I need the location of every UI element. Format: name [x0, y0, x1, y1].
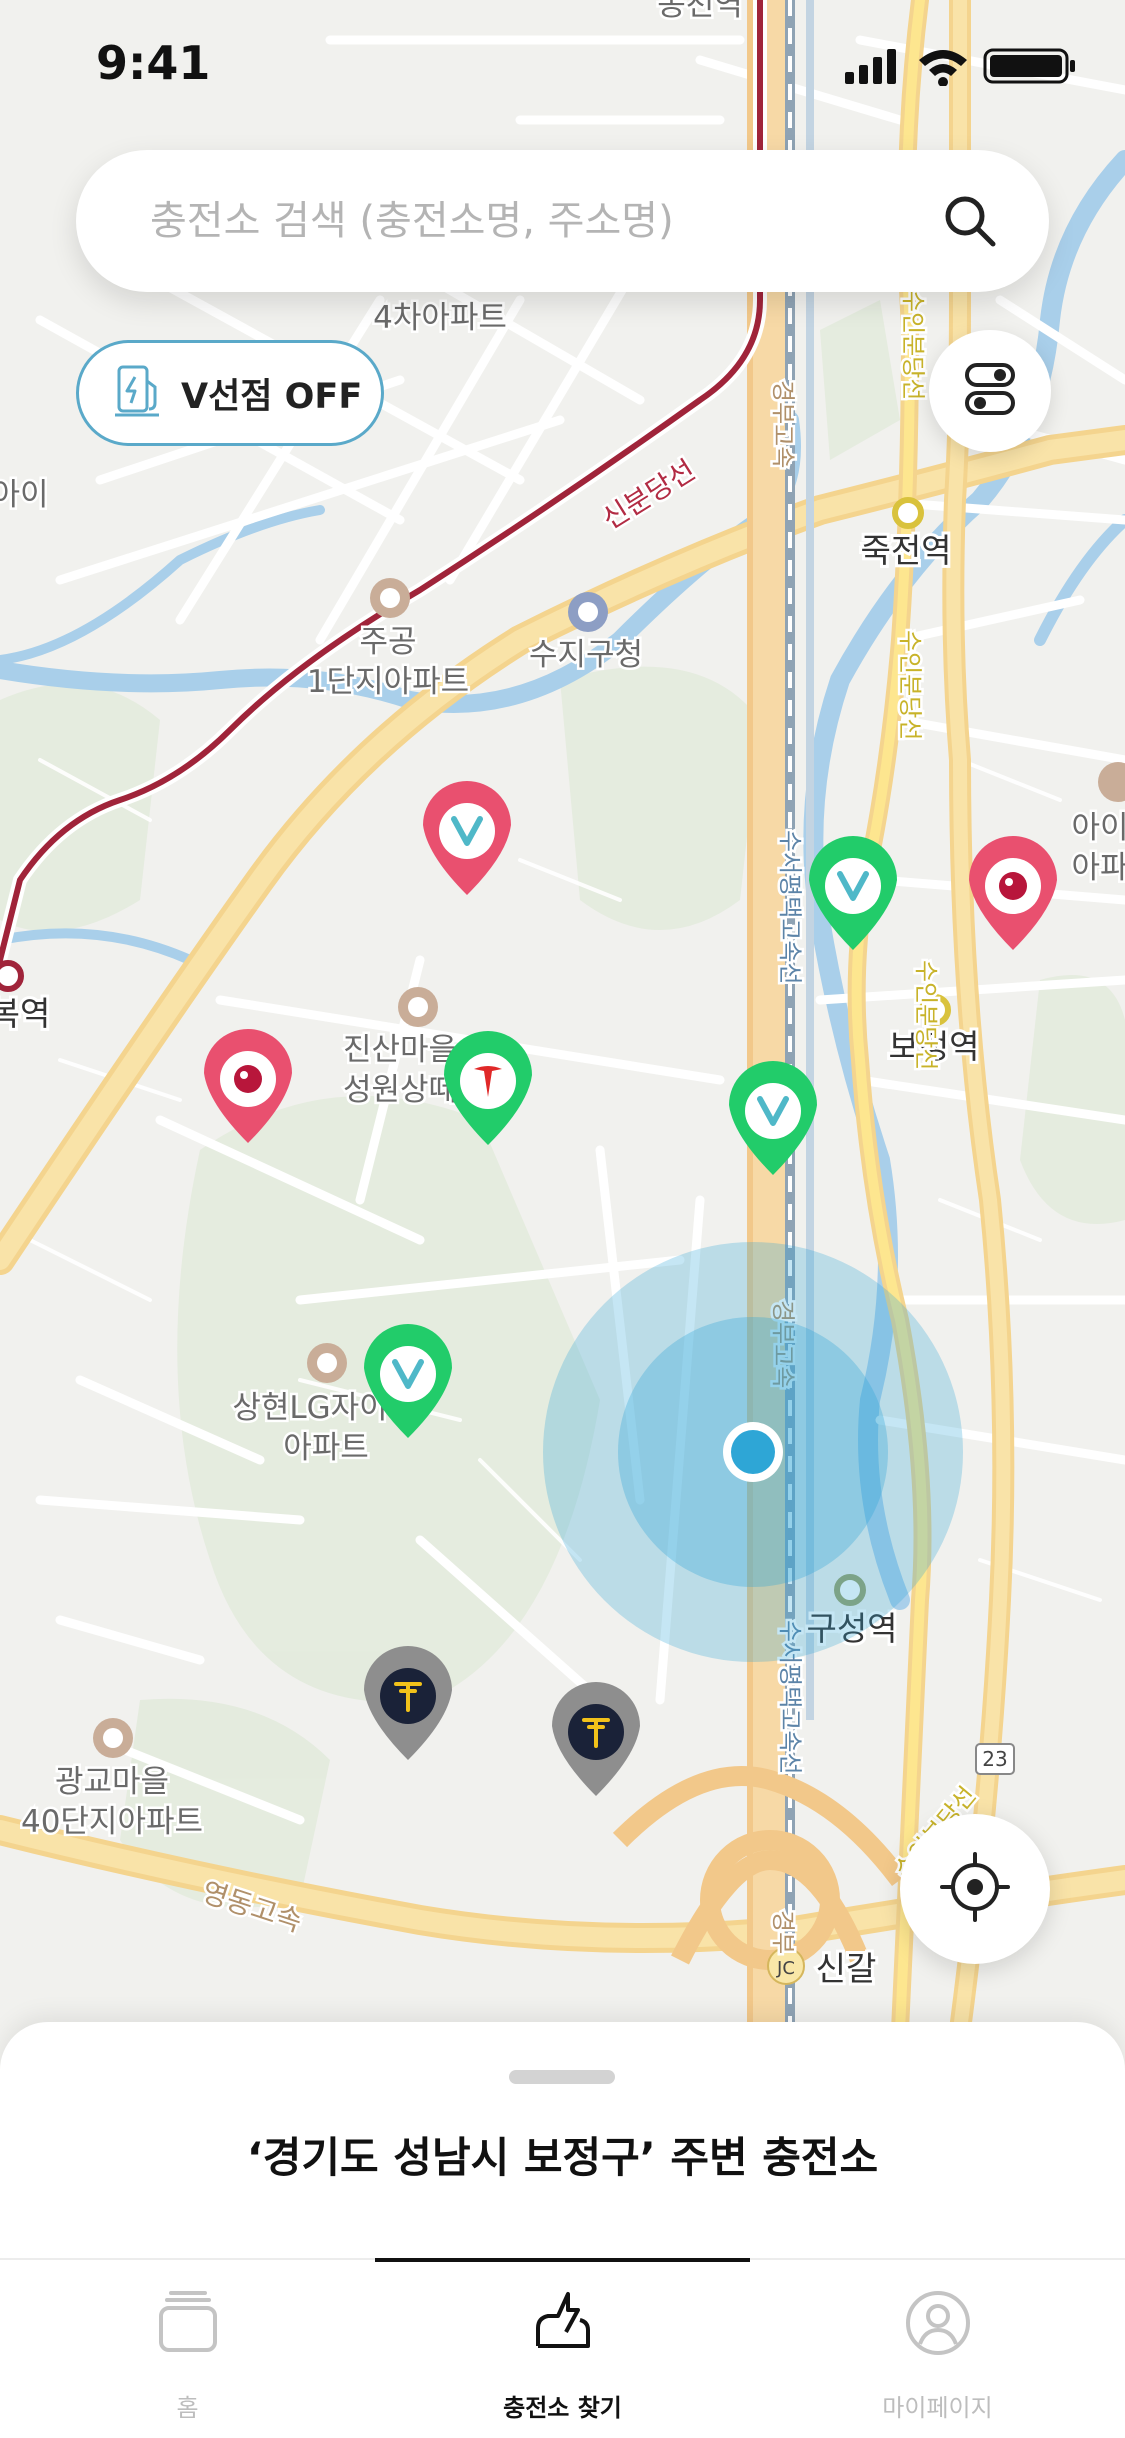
search-bar[interactable] — [76, 150, 1049, 292]
route-number: 23 — [982, 1747, 1007, 1771]
charging-bolt-icon — [375, 2288, 750, 2358]
road-label: 경부 — [769, 1910, 797, 1954]
battery-icon — [983, 48, 1075, 84]
profile-icon — [750, 2288, 1125, 2358]
map-label: 성원상떼 — [343, 1072, 457, 1108]
tab-home[interactable]: 홈 — [0, 2260, 375, 2438]
charger-station-icon — [115, 363, 163, 423]
rail-line-label: 수인분당선 — [896, 630, 924, 740]
filter-toggle-icon — [964, 362, 1016, 420]
tab-mypage[interactable]: 마이페이지 — [750, 2260, 1125, 2438]
map-label: 40단지아파트 — [21, 1804, 203, 1840]
station-label: 복역 — [0, 994, 50, 1033]
rail-line-label: 수서평택고속선 — [776, 830, 804, 985]
map-label: 상현LG자이 — [232, 1390, 387, 1426]
tab-label: 충전소 찾기 — [503, 2394, 622, 2422]
map-label: 수지구청 — [529, 637, 643, 673]
status-bar: 9:41 — [0, 0, 1125, 120]
station-label: 신갈 — [816, 1949, 877, 1988]
filter-button[interactable] — [929, 330, 1051, 452]
bottom-tab-bar: 홈 충전소 찾기 마이페이지 — [0, 2258, 1125, 2438]
map-label: 주공 — [359, 624, 416, 660]
tab-label: 홈 — [176, 2394, 199, 2422]
map-label: 아파 — [1071, 850, 1125, 886]
v-preempt-label: V선점 OFF — [181, 376, 363, 417]
search-input[interactable] — [148, 180, 952, 262]
tab-label: 마이페이지 — [882, 2394, 993, 2422]
current-location-button[interactable] — [900, 1814, 1050, 1964]
map-label: 1단지아파트 — [307, 664, 469, 700]
map-label: 4차아파트 — [373, 300, 507, 336]
search-icon[interactable] — [943, 194, 997, 252]
station-label: 죽전역 — [860, 531, 951, 570]
wifi-icon — [919, 50, 967, 87]
v-preempt-toggle[interactable]: V선점 OFF — [76, 340, 384, 446]
crosshair-icon — [940, 1852, 1010, 1926]
rail-line-label: 수인분당선 — [899, 290, 927, 400]
map-label: 광교마을 — [55, 1764, 169, 1800]
user-location — [543, 1242, 963, 1662]
sheet-drag-handle[interactable] — [509, 2070, 615, 2084]
cellular-signal-icon — [845, 49, 896, 84]
system-indicators — [845, 46, 1077, 90]
road-label: 경부고속 — [769, 380, 797, 468]
junction-label: JC — [776, 1958, 795, 1979]
sheet-title: ‘경기도 성남시 보정구’ 주변 충전소 — [246, 2133, 879, 2182]
map-canvas[interactable]: 4차아파트 동천역 주공 1단지아파트 수지구청 진산마을 성원상떼 상현LG자… — [0, 0, 1125, 2030]
map-label: 아이 — [1071, 810, 1125, 846]
map-label: 진산마을 — [343, 1032, 457, 1068]
rail-line-label: 수인분당선 — [912, 960, 940, 1070]
map-label: 아파트 — [283, 1430, 369, 1466]
tab-find-charger[interactable]: 충전소 찾기 — [375, 2260, 750, 2438]
nearby-stations-sheet[interactable]: ‘경기도 성남시 보정구’ 주변 충전소 — [0, 2022, 1125, 2258]
wallet-icon — [0, 2288, 375, 2358]
map-label: 아이 — [0, 477, 49, 513]
status-time: 9:41 — [96, 36, 211, 90]
